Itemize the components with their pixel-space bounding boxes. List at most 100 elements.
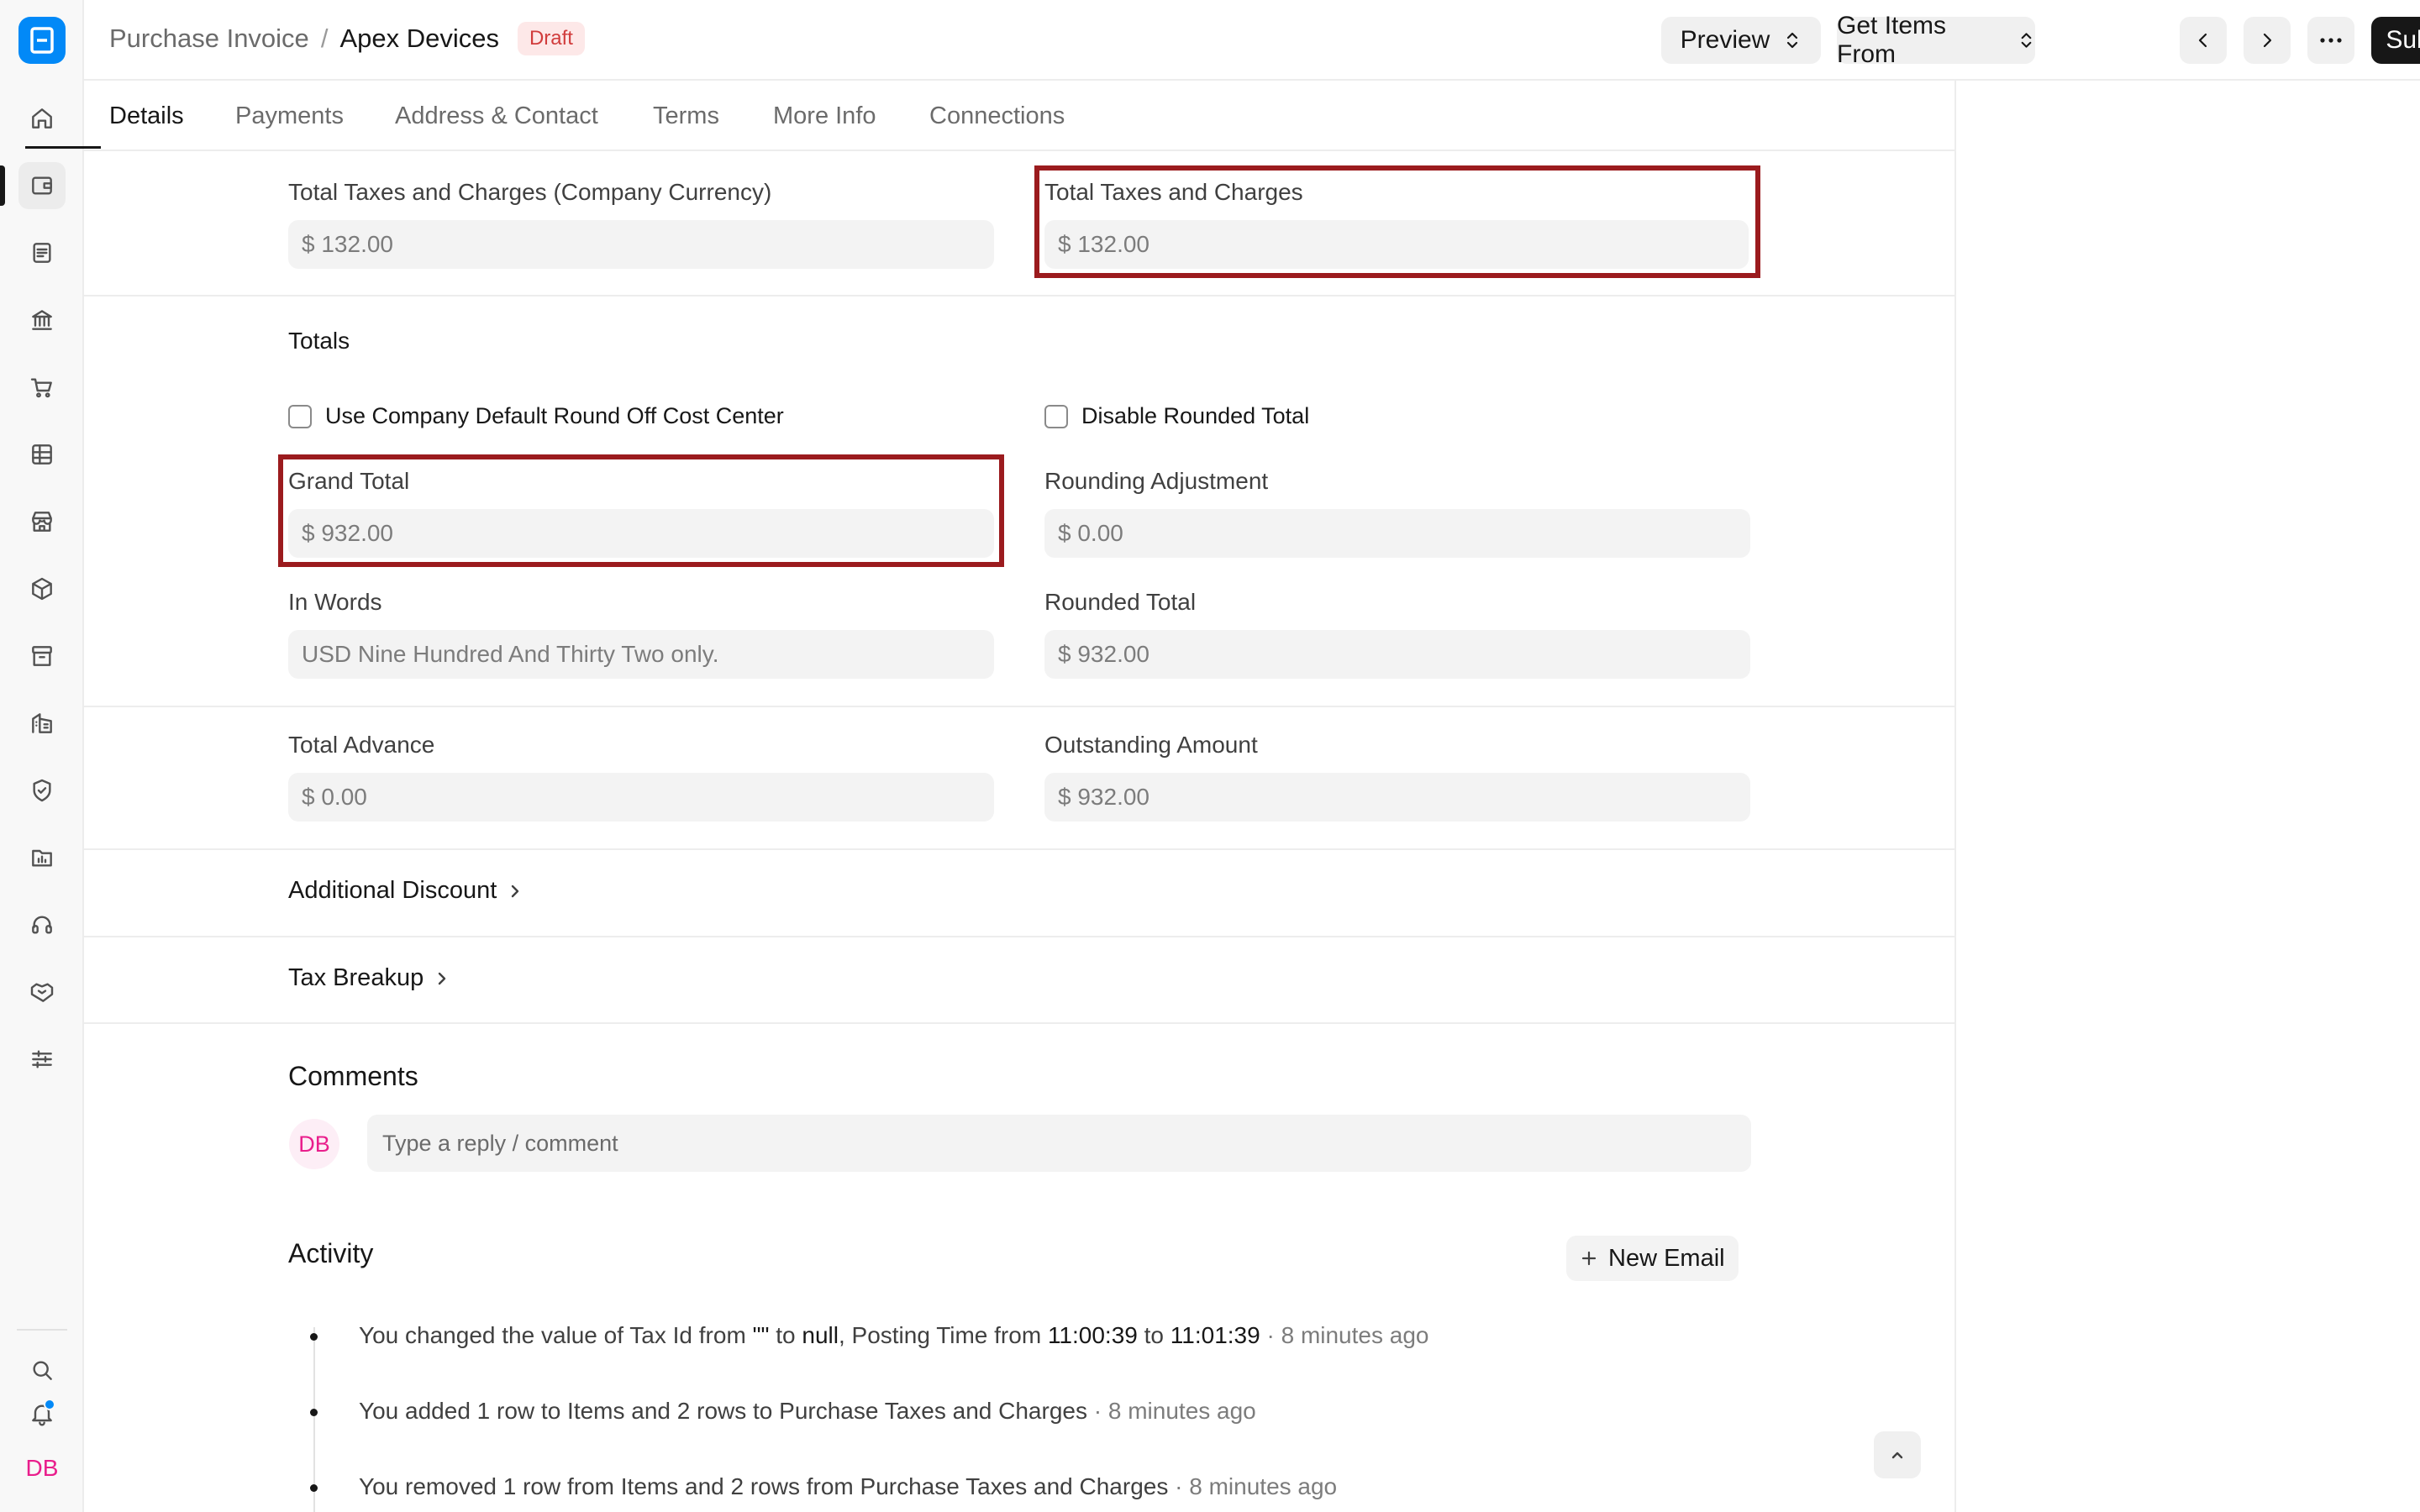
handshake-icon[interactable] [18,969,66,1016]
total-advance-label: Total Advance [288,732,435,758]
outstanding-amount-label: Outstanding Amount [1044,732,1258,758]
right-pane-divider [1954,81,1956,1512]
activity-value: null [802,1322,839,1348]
highlight-box-grand-total [278,454,1004,567]
total-taxes-company-currency-label: Total Taxes and Charges (Company Currenc… [288,179,772,205]
in-words-label: In Words [288,589,382,615]
disable-rounded-total-label: Disable Rounded Total [1081,403,1310,428]
previous-record-button[interactable] [2180,17,2227,64]
activity-text: You changed the value of Tax Id from [359,1322,753,1348]
activity-dot [310,1409,318,1416]
total-advance-field[interactable]: $ 0.00 [288,773,994,822]
breadcrumb-parent[interactable]: Purchase Invoice [109,24,309,54]
new-email-label: New Email [1608,1244,1725,1272]
tax-breakup-section-toggle[interactable]: Tax Breakup [288,964,449,992]
package-icon[interactable] [18,565,66,612]
folder-chart-icon[interactable] [18,834,66,881]
rounding-adjustment-label: Rounding Adjustment [1044,468,1269,494]
tab-details[interactable]: Details [109,102,184,130]
section-divider [84,1022,1954,1024]
search-icon[interactable] [18,1347,66,1394]
active-tab-underline [25,146,101,149]
building-icon[interactable] [18,700,66,747]
tab-payments[interactable]: Payments [235,102,344,130]
sidebar-divider [17,1329,67,1331]
next-record-button[interactable] [2244,17,2291,64]
activity-value: 11:01:39 [1170,1322,1260,1348]
section-divider [84,706,1954,707]
chevron-updown-icon [1787,32,1798,49]
more-horizontal-icon [2320,38,2342,43]
store-icon[interactable] [18,498,66,545]
more-actions-button[interactable] [2307,17,2354,64]
comment-input[interactable]: Type a reply / comment [367,1115,1751,1172]
form-tabs: Details Payments Address & Contact Terms… [84,81,1954,151]
activity-value: "" [752,1322,770,1348]
outstanding-amount-field[interactable]: $ 932.00 [1044,773,1750,822]
activity-title: Activity [288,1238,374,1268]
breadcrumb: Purchase Invoice / Apex Devices Draft [109,22,585,55]
tab-address-contact[interactable]: Address & Contact [395,102,598,130]
activity-item: You changed the value of Tax Id from "" … [359,1322,1428,1349]
wallet-icon[interactable] [18,162,66,209]
activity-timestamp: · 8 minutes ago [1086,1398,1256,1424]
archive-icon[interactable] [18,633,66,680]
section-divider [84,936,1954,937]
scroll-to-top-button[interactable] [1874,1431,1921,1478]
section-divider [84,848,1954,850]
user-avatar[interactable]: DB [18,1445,66,1492]
active-indicator [0,165,5,206]
shield-icon[interactable] [18,767,66,814]
round-off-cost-center-checkbox[interactable] [288,405,312,428]
chevron-up-icon [1891,1452,1903,1459]
get-items-from-button[interactable]: Get Items From [1837,12,2035,68]
cart-icon[interactable] [18,364,66,411]
total-taxes-company-currency-field[interactable]: $ 132.00 [288,220,994,269]
activity-text: You removed 1 row from Items and 2 rows … [359,1473,1169,1499]
breadcrumb-separator: / [320,24,329,53]
table-icon[interactable] [18,431,66,478]
activity-dot [310,1333,318,1341]
preview-button-label: Preview [1680,26,1770,54]
additional-discount-label: Additional Discount [288,877,497,904]
logo-icon [30,27,54,54]
bank-icon[interactable] [18,297,66,344]
tab-terms[interactable]: Terms [653,102,719,130]
preview-button[interactable]: Preview [1661,17,1821,64]
home-icon[interactable] [18,95,66,142]
sidebar: DB [0,0,84,1512]
activity-text: You added 1 row to Items and 2 rows to P… [359,1398,1087,1424]
additional-discount-section-toggle[interactable]: Additional Discount [288,877,522,905]
bell-icon[interactable] [18,1390,66,1437]
tax-breakup-label: Tax Breakup [288,964,424,991]
rounded-total-field[interactable]: $ 932.00 [1044,630,1750,679]
disable-rounded-total-checkbox[interactable] [1044,405,1068,428]
submit-button[interactable]: Submit [2371,17,2420,64]
status-badge: Draft [517,22,585,55]
headset-icon[interactable] [18,901,66,948]
activity-text: to [769,1322,802,1348]
page-header: Purchase Invoice / Apex Devices Draft Pr… [84,0,2420,81]
in-words-field[interactable]: USD Nine Hundred And Thirty Two only. [288,630,994,679]
settings-sliders-icon[interactable] [18,1036,66,1083]
page-title: Apex Devices [339,24,499,53]
new-email-button[interactable]: New Email [1566,1236,1739,1281]
chevron-right-icon [512,885,519,897]
plus-icon [1581,1251,1597,1266]
notification-dot [44,1399,55,1410]
activity-value: 11:00:39 [1047,1322,1138,1348]
activity-text: to [1137,1322,1171,1348]
comments-title: Comments [288,1061,418,1091]
rounding-adjustment-field[interactable]: $ 0.00 [1044,509,1750,558]
section-divider [84,295,1954,297]
app-logo[interactable] [18,17,66,64]
tab-connections[interactable]: Connections [929,102,1065,130]
activity-item: You added 1 row to Items and 2 rows to P… [359,1398,1256,1425]
get-items-from-label: Get Items From [1837,12,1947,68]
document-icon[interactable] [18,229,66,276]
tab-more-info[interactable]: More Info [773,102,876,130]
activity-item: You removed 1 row from Items and 2 rows … [359,1473,1337,1500]
totals-section-title: Totals [288,328,350,354]
highlight-box-total-taxes [1034,165,1760,278]
chevron-left-icon [2198,33,2207,48]
